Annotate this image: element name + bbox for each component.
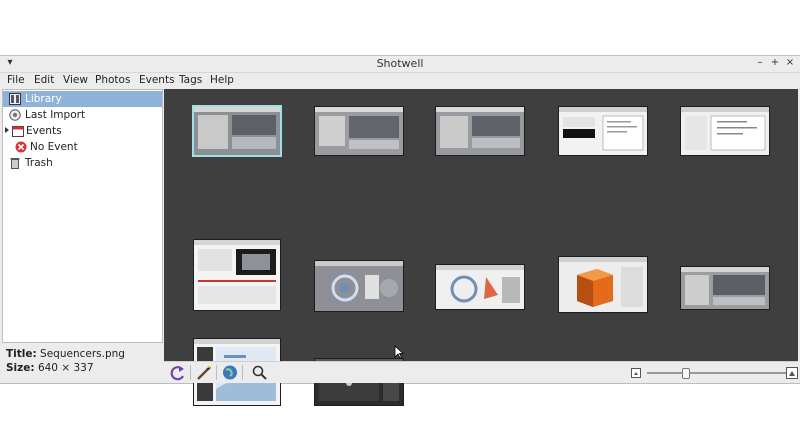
toolbar-separator xyxy=(216,365,217,380)
sidebar-item-label: No Event xyxy=(30,141,78,153)
menu-bar: File Edit View Photos Events Tags Help xyxy=(0,73,800,88)
zoom-out-icon[interactable] xyxy=(630,363,642,382)
thumbnail-image xyxy=(194,107,280,155)
title-bar: ▾ Shotwell – + × xyxy=(0,56,800,73)
sidebar-item-label: Library xyxy=(25,93,62,105)
close-icon[interactable]: × xyxy=(784,57,796,68)
zoom-in-icon[interactable] xyxy=(786,363,798,382)
photo-thumbnail[interactable] xyxy=(559,257,647,312)
size-label: Size: xyxy=(6,362,35,374)
photo-thumbnail[interactable] xyxy=(315,261,403,311)
photo-thumbnail[interactable] xyxy=(681,267,769,309)
photo-thumbnail[interactable] xyxy=(436,265,524,309)
menu-help[interactable]: Help xyxy=(210,74,234,86)
sidebar: Library Last Import Events No Event Tras… xyxy=(2,89,163,343)
photo-thumbnail[interactable] xyxy=(681,107,769,155)
title-value: Sequencers.png xyxy=(40,348,125,360)
bottom-toolbar xyxy=(164,361,798,383)
thumbnail-image xyxy=(315,107,403,155)
zoom-slider-handle[interactable] xyxy=(681,368,690,379)
toolbar-separator xyxy=(190,365,191,380)
no-event-icon xyxy=(15,141,27,153)
menu-events[interactable]: Events xyxy=(139,74,175,86)
sidebar-item-no-event[interactable]: No Event xyxy=(3,139,162,155)
sidebar-item-events[interactable]: Events xyxy=(3,123,162,139)
enhance-icon[interactable] xyxy=(194,363,214,382)
minimize-icon[interactable]: – xyxy=(754,57,766,68)
zoom-slider[interactable] xyxy=(647,372,787,374)
menu-edit[interactable]: Edit xyxy=(34,74,54,86)
sidebar-item-trash[interactable]: Trash xyxy=(3,155,162,171)
photo-thumbnail[interactable] xyxy=(194,240,280,310)
thumbnail-image xyxy=(315,261,403,311)
sidebar-item-label: Last Import xyxy=(25,109,86,121)
publish-icon[interactable] xyxy=(220,363,240,382)
photo-info-panel: Title: Sequencers.png Size: 640 × 337 xyxy=(2,346,162,382)
window-title: Shotwell xyxy=(376,57,424,70)
sidebar-item-label: Events xyxy=(26,125,62,137)
maximize-icon[interactable]: + xyxy=(769,57,781,68)
sidebar-item-library[interactable]: Library xyxy=(3,91,162,107)
menu-tags[interactable]: Tags xyxy=(179,74,202,86)
trash-icon xyxy=(10,158,20,169)
thumbnail-image xyxy=(559,257,647,312)
menu-photos[interactable]: Photos xyxy=(95,74,130,86)
rotate-icon[interactable] xyxy=(168,363,188,382)
import-icon xyxy=(9,109,21,121)
photo-thumbnail[interactable] xyxy=(436,107,524,155)
photo-thumbnail[interactable] xyxy=(194,107,280,155)
photo-grid xyxy=(164,89,798,405)
library-icon xyxy=(9,93,21,105)
thumbnail-image xyxy=(194,240,280,310)
menu-file[interactable]: File xyxy=(7,74,25,86)
thumbnail-image xyxy=(436,107,524,155)
expander-icon[interactable] xyxy=(5,127,9,133)
shotwell-window: ▾ Shotwell – + × File Edit View Photos E… xyxy=(0,55,800,405)
size-value: 640 × 337 xyxy=(37,362,94,374)
menu-view[interactable]: View xyxy=(63,74,88,86)
toolbar-separator xyxy=(242,365,243,380)
title-label: Title: xyxy=(6,348,37,360)
thumbnail-image xyxy=(681,267,769,309)
photo-thumbnail[interactable] xyxy=(315,107,403,155)
events-icon xyxy=(12,126,24,137)
search-icon[interactable] xyxy=(250,363,270,382)
photo-thumbnail[interactable] xyxy=(559,107,647,155)
thumbnail-image xyxy=(681,107,769,155)
sidebar-item-last-import[interactable]: Last Import xyxy=(3,107,162,123)
mouse-cursor-icon xyxy=(394,345,404,359)
thumbnail-image xyxy=(436,265,524,309)
thumbnail-image xyxy=(559,107,647,155)
sidebar-item-label: Trash xyxy=(25,157,53,169)
